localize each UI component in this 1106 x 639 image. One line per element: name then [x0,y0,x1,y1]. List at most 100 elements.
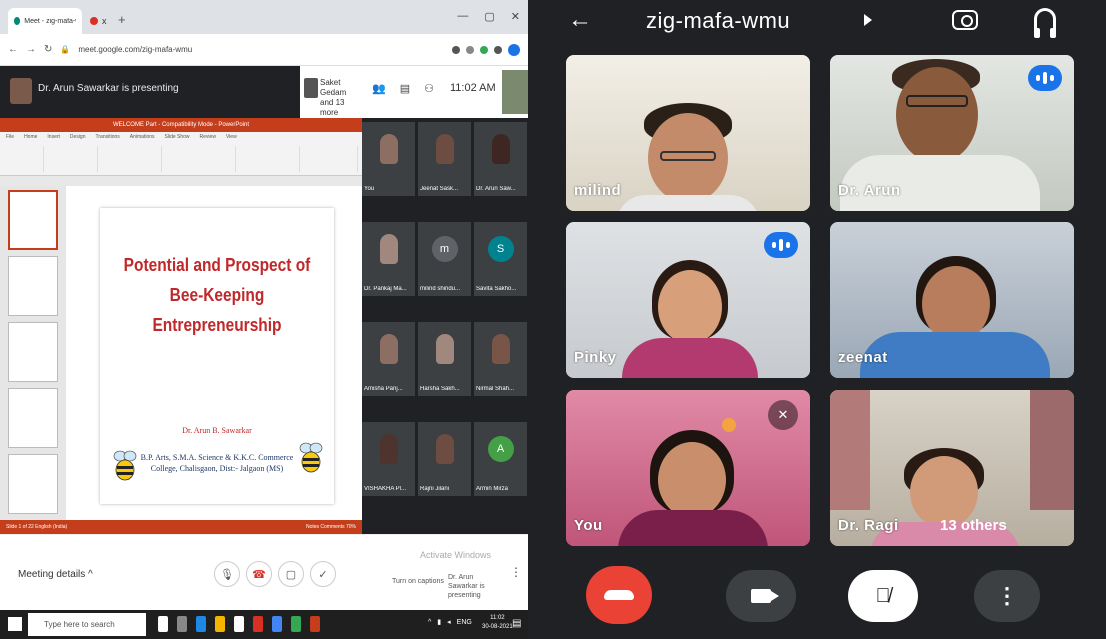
task-view-icon[interactable] [177,616,187,632]
participant-tile[interactable]: Nirmal Shah... [474,322,527,396]
participant-tile[interactable]: Rajni Jilani [418,422,471,496]
more-options-button[interactable]: ⋮ [510,565,522,579]
switch-camera-icon[interactable] [952,10,978,30]
maximize-button[interactable]: ▢ [484,10,494,23]
powerpoint-icon[interactable] [310,616,320,632]
chat-icon[interactable]: ▤ [400,82,410,95]
forward-icon[interactable]: → [26,44,36,55]
video-toggle-button[interactable] [726,570,796,622]
tab-close-icon[interactable]: x [102,16,107,26]
headphones-icon[interactable] [1034,8,1056,38]
participant-tile[interactable]: You [362,122,415,196]
more-options-button[interactable]: ⋮ [974,570,1040,622]
tray-up-icon[interactable]: ^ [428,619,431,626]
chrome-icon[interactable] [272,616,282,632]
participants-summary[interactable]: Saket Gedam and 13 more [320,78,360,118]
participant-name: Pinky [574,349,617,366]
opera-icon[interactable] [253,616,263,632]
present-button[interactable]: ✓ [310,561,336,587]
app-icon[interactable] [291,616,301,632]
ribbon-tab[interactable]: View [226,134,237,140]
activities-icon[interactable]: ⚇ [424,82,434,95]
participant-tile-you[interactable]: ✕ You [566,390,810,546]
participant-tile[interactable]: Dr. Arun Saw... [474,122,527,196]
mobile-meet-screen: ← zig-mafa-wmu milind Dr. Arun Pinky zee… [528,0,1106,639]
hang-up-button[interactable] [586,566,652,624]
taskbar-apps [158,616,320,632]
participant-tile-pinky[interactable]: Pinky [566,222,810,378]
participant-tile[interactable]: Jeenat Sask... [418,122,471,196]
participant-tile-dr-ragi[interactable]: Dr. Ragi 13 others [830,390,1074,546]
camera-indicator-icon[interactable] [452,45,460,54]
reload-icon[interactable]: ↻ [44,44,52,55]
participant-name: milind [574,182,622,199]
file-explorer-icon[interactable] [215,616,225,632]
screenshot-root: Meet - zig-mafa-wmu x + — ▢ ✕ ← → ↻ 🔒 me… [0,0,1106,639]
caret-right-icon[interactable] [864,14,872,26]
taskbar-clock[interactable]: 11:02 30-08-2021 [482,614,513,632]
new-tab-button[interactable]: + [118,12,126,27]
participant-tile[interactable]: Dr. Pankaj Ma... [362,222,415,296]
people-icon[interactable]: 👥 [372,82,386,95]
slide-thumbnail[interactable] [8,256,58,316]
ribbon-tab[interactable]: Insert [47,134,60,140]
network-icon[interactable]: ▮ [437,618,441,626]
star-icon[interactable] [466,45,474,54]
minimize-button[interactable]: — [457,10,468,23]
captions-button[interactable]: Turn on captions [392,577,444,586]
store-icon[interactable] [234,616,244,632]
volume-icon[interactable]: ◂ [447,618,451,626]
participant-name: zeenat [838,349,888,366]
back-arrow-icon[interactable]: ← [568,6,592,34]
participant-tile-zeenat[interactable]: zeenat [830,222,1074,378]
participant-tile[interactable]: VISHAKHA Pl... [362,422,415,496]
others-count[interactable]: 13 others [940,517,1007,534]
meeting-code[interactable]: zig-mafa-wmu [646,8,790,34]
close-window-button[interactable]: ✕ [511,10,520,23]
ribbon-tab[interactable]: Transitions [96,134,120,140]
slide-thumbnail[interactable] [8,454,58,514]
participant-name: VISHAKHA Pl... [364,486,407,492]
back-icon[interactable]: ← [8,44,18,55]
slide-thumbnail[interactable] [8,190,58,250]
profile-avatar[interactable] [508,43,520,56]
presenting-indicator[interactable]: Dr. Arun Sawarkar is presenting [448,573,496,600]
participant-video [491,334,510,364]
windows-start-icon[interactable] [8,617,22,631]
participant-name: Dr. Arun [838,182,901,199]
mic-toggle-button[interactable]: 🎙̸ [848,570,918,622]
ribbon-tab[interactable]: Review [200,134,216,140]
ribbon-group [48,146,98,172]
meeting-details-button[interactable]: Meeting details ^ [18,569,93,580]
cortana-icon[interactable] [158,616,168,632]
participant-tile[interactable]: m milind shindu... [418,222,471,296]
participant-tile-dr-arun[interactable]: Dr. Arun [830,55,1074,211]
mic-button[interactable]: 🎙 [214,561,240,587]
browser-tab-2[interactable]: x [84,8,114,34]
extension-icon[interactable] [480,45,488,54]
extension-icon-2[interactable] [494,45,502,54]
address-bar-row: ← → ↻ 🔒 meet.google.com/zig-mafa-wmu [0,34,528,66]
language-indicator[interactable]: ENG [457,619,472,626]
slide-thumbnail[interactable] [8,322,58,382]
taskbar-search[interactable]: Type here to search [28,613,146,636]
presenter-avatar [10,78,32,104]
ribbon-tab[interactable]: Home [24,134,37,140]
notifications-icon[interactable]: ▤ [512,618,521,629]
browser-tab-meet[interactable]: Meet - zig-mafa-wmu [8,8,82,34]
participant-tile[interactable]: Amisha Panj... [362,322,415,396]
url-field[interactable]: meet.google.com/zig-mafa-wmu [78,45,444,54]
participant-tile-milind[interactable]: milind [566,55,810,211]
person-face [658,442,726,518]
participant-tile[interactable]: S Savita Sakho... [474,222,527,296]
slide-thumbnail[interactable] [8,388,58,448]
participant-tile[interactable]: Harsha Sakh... [418,322,471,396]
ribbon-tab[interactable]: File [6,134,14,140]
ribbon-tab[interactable]: Slide Show [165,134,190,140]
participant-tile[interactable]: A Armin Mirza [474,422,527,496]
hang-up-button[interactable]: ☎ [246,561,272,587]
ribbon-tab[interactable]: Animations [130,134,155,140]
edge-icon[interactable] [196,616,206,632]
ribbon-tab[interactable]: Design [70,134,86,140]
camera-button[interactable]: ▢ [278,561,304,587]
